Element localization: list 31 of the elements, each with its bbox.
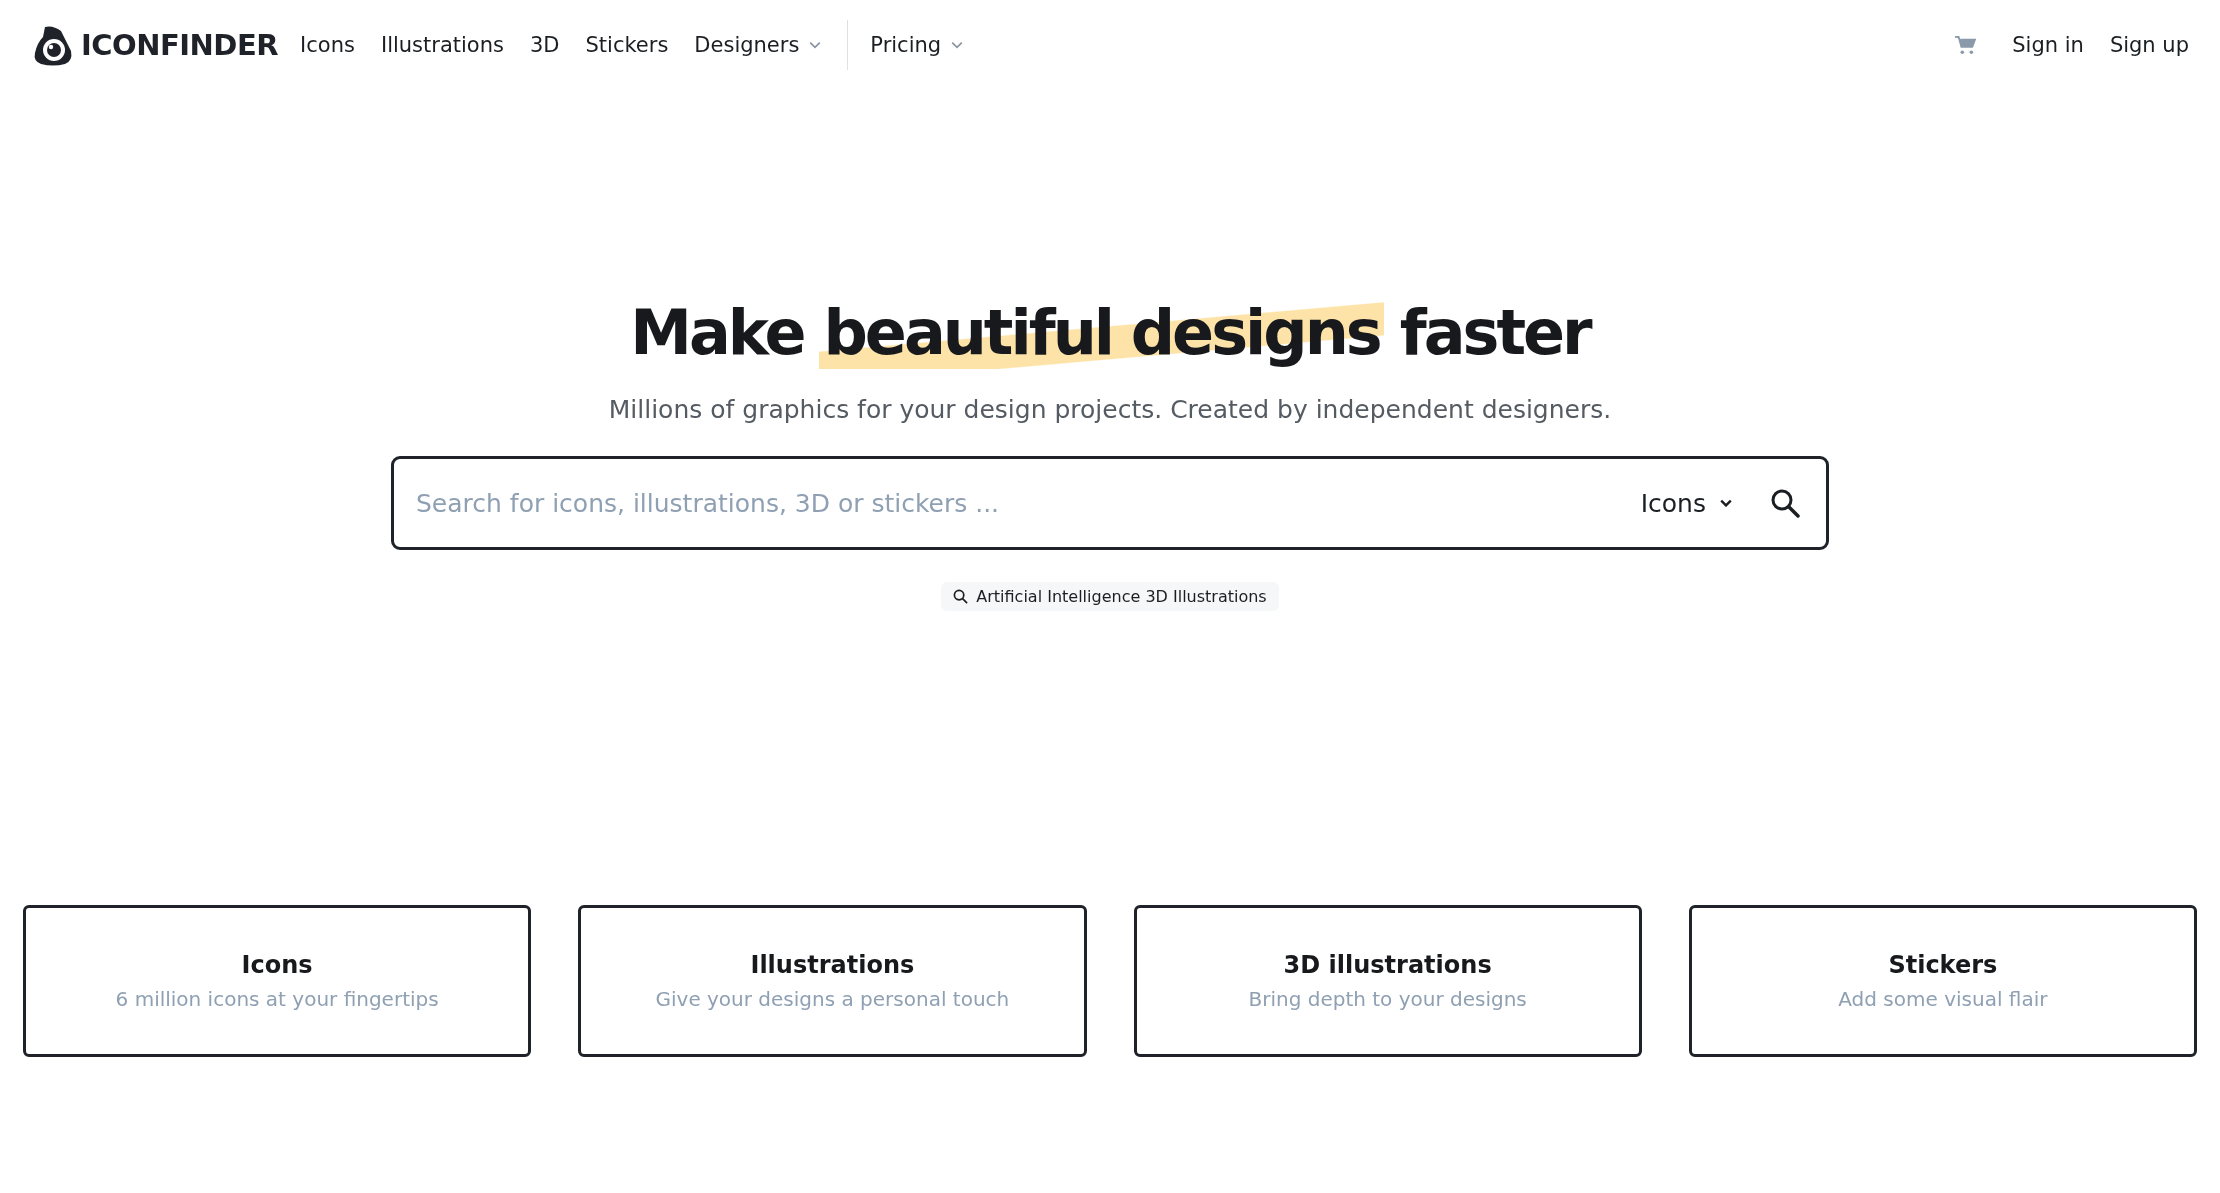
category-card[interactable]: Stickers Add some visual flair xyxy=(1688,905,2197,1057)
card-subtitle: 6 million icons at your fingertips xyxy=(115,987,439,1011)
logo-text: ICONFINDER xyxy=(81,28,279,62)
chevron-down-icon xyxy=(1720,499,1732,507)
card-subtitle: Bring depth to your designs xyxy=(1248,987,1527,1011)
card-title: Stickers xyxy=(1888,951,1998,979)
cart-icon[interactable] xyxy=(1954,35,1977,55)
nav-link[interactable]: Designers xyxy=(694,33,822,57)
category-card[interactable]: Icons 6 million icons at your fingertips xyxy=(23,905,532,1057)
card-subtitle: Give your designs a personal touch xyxy=(655,987,1010,1011)
card-title: Icons xyxy=(241,951,313,979)
category-card[interactable]: 3D illustrations Bring depth to your designs xyxy=(1133,905,1642,1057)
nav-link[interactable]: Pricing xyxy=(870,33,964,57)
search-type-dropdown[interactable]: Icons xyxy=(1634,487,1738,519)
auth-link[interactable]: Sign in xyxy=(2012,33,2084,57)
search-field[interactable]: Search for icons, illustrations, 3D or stickers ... Icons xyxy=(391,456,1829,550)
card-title: 3D illustrations xyxy=(1283,951,1492,979)
nav-link[interactable]: Stickers xyxy=(585,33,669,57)
nav-link[interactable]: 3D xyxy=(529,33,560,57)
category-card[interactable]: Illustrations Give your designs a personal touch xyxy=(578,905,1087,1057)
search-icon xyxy=(953,589,969,604)
chevron-down-icon xyxy=(951,41,964,49)
card-subtitle: Add some visual flair xyxy=(1838,987,2048,1011)
nav-link[interactable]: Illustrations xyxy=(380,33,504,57)
search-icon[interactable] xyxy=(1770,488,1800,518)
hero-subtitle: Millions of graphics for your design projects. Created by independent designers. xyxy=(608,395,1612,424)
nav-link[interactable]: Icons xyxy=(300,33,355,57)
auth-link[interactable]: Sign up xyxy=(2109,33,2189,57)
card-title: Illustrations xyxy=(750,951,915,979)
suggestion-chip[interactable]: Artificial Intelligence 3D Illustrations xyxy=(941,582,1279,611)
chevron-down-icon xyxy=(809,41,822,49)
